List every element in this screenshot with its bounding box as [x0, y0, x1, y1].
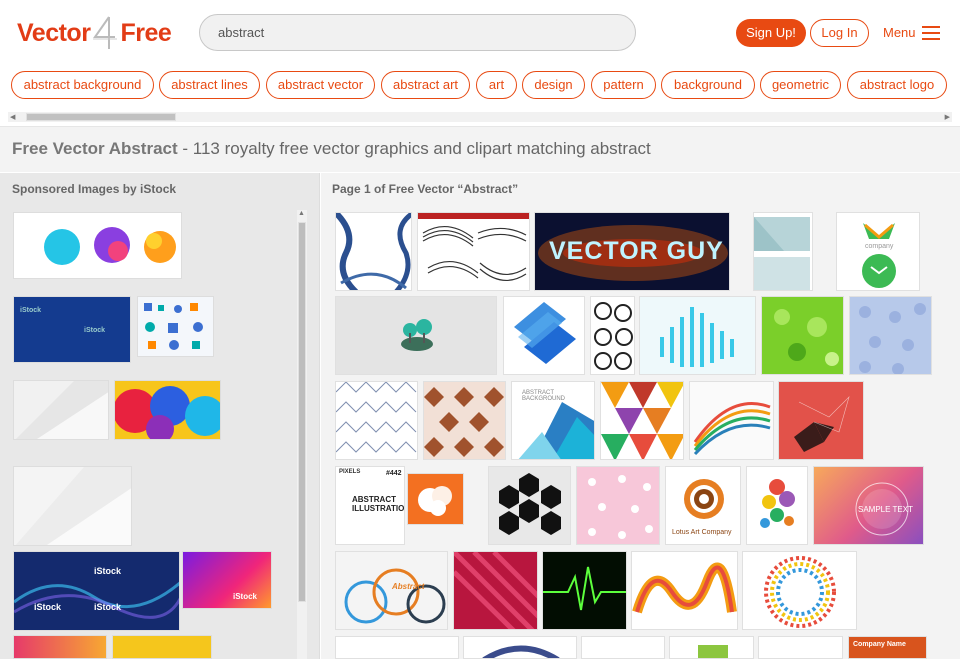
- abstract-title-text: Abstract: [392, 582, 425, 591]
- result-thumbnail[interactable]: [600, 381, 684, 460]
- tags-scrollbar[interactable]: ◀ ▶: [8, 112, 952, 122]
- sponsored-image[interactable]: [13, 635, 107, 659]
- pixels-text: PIXELS: [339, 469, 361, 475]
- logo-text-left: Vector: [17, 18, 91, 47]
- tag-background[interactable]: background: [661, 71, 755, 99]
- tag-abstract-logo[interactable]: abstract logo: [847, 71, 947, 99]
- result-thumbnail[interactable]: [335, 212, 412, 291]
- issue-number-text: #442: [386, 470, 402, 477]
- lotus-company-text: Lotus Art Company: [672, 529, 732, 536]
- result-thumbnail[interactable]: [407, 473, 464, 525]
- scroll-right-arrow-icon[interactable]: ▶: [945, 113, 950, 121]
- result-thumbnail[interactable]: [488, 466, 571, 545]
- result-thumbnail[interactable]: [463, 636, 577, 659]
- sponsored-image[interactable]: iStock iStock iStock: [13, 551, 180, 631]
- tag-abstract-art[interactable]: abstract art: [381, 71, 470, 99]
- result-thumbnail[interactable]: [631, 551, 738, 630]
- result-thumbnail[interactable]: [590, 296, 635, 375]
- sponsored-image[interactable]: [137, 296, 214, 357]
- abstract-background-text: ABSTRACT BACKGROUND: [522, 390, 566, 402]
- result-thumbnail[interactable]: PIXELS #442 ABSTRACT ILLUSTRATION: [335, 466, 405, 545]
- hamburger-menu-icon[interactable]: [922, 26, 940, 40]
- results-panel: Page 1 of Free Vector “Abstract” VECTOR …: [321, 173, 960, 659]
- scroll-left-arrow-icon[interactable]: ◀: [10, 113, 15, 121]
- result-thumbnail[interactable]: [778, 381, 864, 460]
- istock-watermark: iStock: [34, 602, 62, 612]
- result-thumbnail[interactable]: [542, 551, 627, 630]
- result-thumbnail[interactable]: [758, 636, 843, 659]
- tag-list: abstract background abstract lines abstr…: [0, 69, 960, 101]
- results-title-bar: Free Vector Abstract - 113 royalty free …: [0, 126, 960, 172]
- sponsored-panel: Sponsored Images by iStock iStock iStock…: [0, 173, 320, 659]
- menu-label[interactable]: Menu: [883, 25, 916, 40]
- result-thumbnail[interactable]: ABSTRACT BACKGROUND: [511, 381, 595, 460]
- tag-pattern[interactable]: pattern: [591, 71, 656, 99]
- result-thumbnail[interactable]: [335, 296, 497, 375]
- abstract-illustration-text: ABSTRACT ILLUSTRATION: [352, 495, 405, 513]
- sample-text: SAMPLE TEXT: [858, 505, 913, 514]
- result-thumbnail[interactable]: Company Name: [848, 636, 927, 659]
- vector-guy-text: VECTOR GUY: [549, 237, 724, 265]
- result-thumbnail[interactable]: company: [836, 212, 920, 291]
- result-thumbnail[interactable]: SAMPLE TEXT: [813, 466, 924, 545]
- sponsored-scrollbar[interactable]: ▲: [297, 210, 307, 659]
- result-thumbnail[interactable]: [503, 296, 585, 375]
- istock-watermark: iStock: [84, 327, 106, 334]
- result-thumbnail[interactable]: [669, 636, 754, 659]
- company-text: company: [865, 243, 894, 250]
- page-title: Free Vector Abstract - 113 royalty free …: [12, 139, 651, 159]
- tag-art[interactable]: art: [476, 71, 517, 99]
- sponsored-image[interactable]: [13, 380, 109, 440]
- page-title-rest: - 113 royalty free vector graphics and c…: [177, 139, 651, 158]
- result-thumbnail[interactable]: [335, 381, 418, 460]
- page-title-bold: Free Vector Abstract: [12, 139, 178, 158]
- tag-geometric[interactable]: geometric: [760, 71, 841, 99]
- istock-watermark: iStock: [94, 602, 122, 612]
- result-thumbnail[interactable]: [746, 466, 808, 545]
- result-thumbnail[interactable]: Lotus Art Company: [665, 466, 741, 545]
- signup-button[interactable]: Sign Up!: [736, 19, 806, 47]
- result-thumbnail[interactable]: [849, 296, 932, 375]
- result-thumbnail[interactable]: Abstract: [335, 551, 448, 630]
- sponsored-image[interactable]: iStock: [182, 551, 272, 609]
- tag-abstract-vector[interactable]: abstract vector: [266, 71, 375, 99]
- result-thumbnail[interactable]: [453, 551, 538, 630]
- scroll-up-arrow-icon[interactable]: ▲: [298, 210, 305, 217]
- site-logo[interactable]: Vector Free: [17, 13, 172, 53]
- search-input[interactable]: abstract: [199, 14, 636, 51]
- result-thumbnail[interactable]: [581, 636, 665, 659]
- istock-watermark: iStock: [20, 307, 42, 314]
- tag-abstract-lines[interactable]: abstract lines: [159, 71, 260, 99]
- sponsored-image[interactable]: [13, 212, 182, 279]
- logo-four-icon: [91, 13, 119, 53]
- sponsored-heading: Sponsored Images by iStock: [12, 182, 177, 196]
- site-header: Vector Free abstract Sign Up! Log In Men…: [0, 0, 960, 65]
- sponsored-scrollbar-thumb[interactable]: [298, 222, 306, 602]
- result-thumbnail[interactable]: [639, 296, 756, 375]
- result-thumbnail[interactable]: [753, 212, 813, 291]
- company-name-text: Company Name: [853, 641, 906, 648]
- result-thumbnail[interactable]: [761, 296, 844, 375]
- tag-design[interactable]: design: [522, 71, 585, 99]
- login-button[interactable]: Log In: [810, 19, 869, 47]
- sponsored-image[interactable]: [13, 466, 132, 546]
- result-thumbnail[interactable]: [335, 636, 459, 659]
- istock-watermark: iStock: [233, 592, 258, 601]
- sponsored-image[interactable]: iStock iStock: [13, 296, 131, 363]
- result-thumbnail[interactable]: [576, 466, 660, 545]
- result-thumbnail[interactable]: [689, 381, 774, 460]
- istock-watermark: iStock: [94, 566, 122, 576]
- sponsored-image[interactable]: [114, 380, 221, 440]
- tags-scrollbar-thumb[interactable]: [26, 113, 176, 121]
- tag-abstract-background[interactable]: abstract background: [11, 71, 154, 99]
- result-thumbnail[interactable]: [423, 381, 506, 460]
- result-thumbnail[interactable]: [742, 551, 857, 630]
- result-thumbnail[interactable]: VECTOR GUY: [534, 212, 730, 291]
- result-thumbnail[interactable]: [417, 212, 530, 291]
- results-heading: Page 1 of Free Vector “Abstract”: [332, 182, 519, 196]
- sponsored-image[interactable]: [112, 635, 212, 659]
- logo-text-right: Free: [120, 18, 172, 47]
